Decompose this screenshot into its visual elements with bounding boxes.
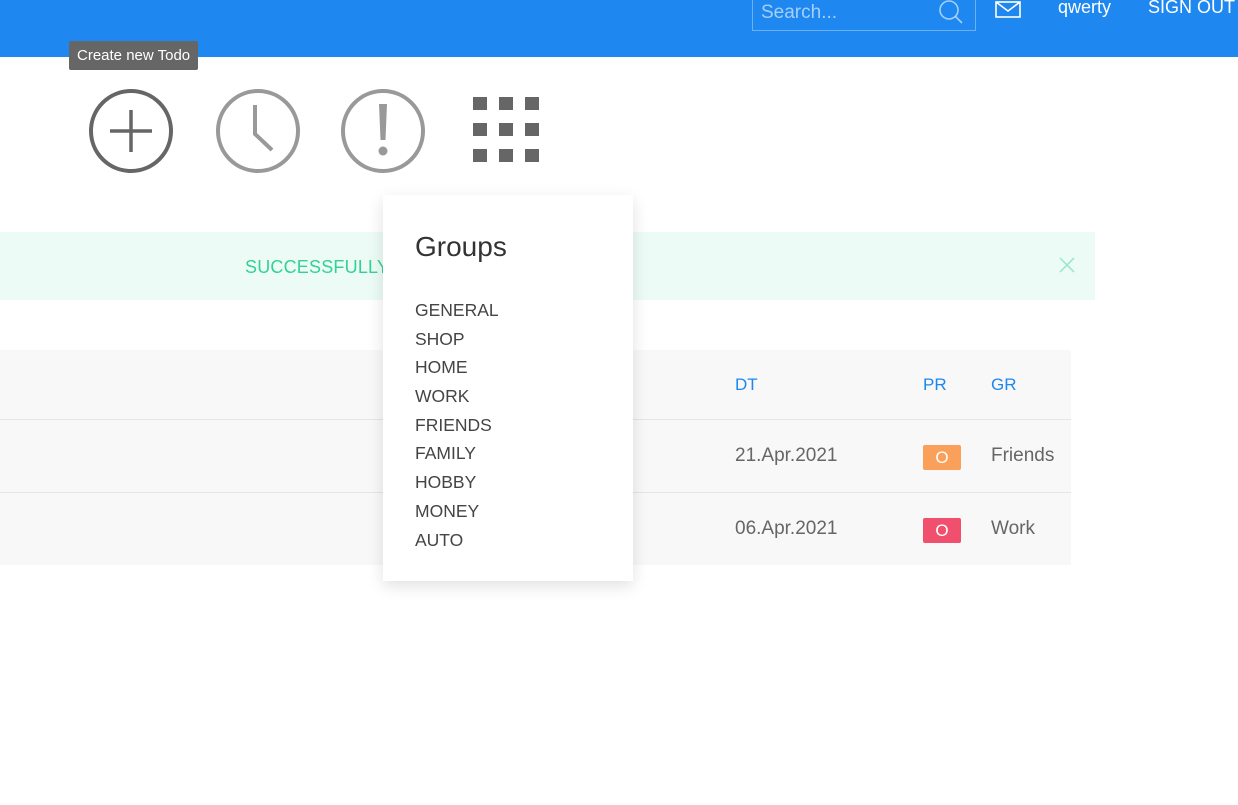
column-header-dt[interactable]: DT: [735, 375, 758, 395]
column-header-gr[interactable]: GR: [991, 375, 1017, 395]
group-item-money[interactable]: MONEY: [415, 497, 499, 526]
group-item-friends[interactable]: FRIENDS: [415, 411, 499, 440]
row-date: 06.Apr.2021: [735, 518, 838, 539]
username-link[interactable]: qwerty: [1058, 0, 1111, 18]
create-todo-tooltip: Create new Todo: [69, 41, 199, 70]
groups-list: GENERAL SHOP HOME WORK FRIENDS FAMILY HO…: [415, 296, 499, 554]
group-item-work[interactable]: WORK: [415, 382, 499, 411]
group-item-family[interactable]: FAMILY: [415, 439, 499, 468]
group-item-hobby[interactable]: HOBBY: [415, 468, 499, 497]
search-input[interactable]: [753, 1, 941, 25]
group-item-auto[interactable]: AUTO: [415, 526, 499, 555]
row-date: 21.Apr.2021: [735, 445, 838, 466]
group-item-shop[interactable]: SHOP: [415, 325, 499, 354]
alert-message: SUCCESSFULLY: [245, 257, 390, 277]
group-item-home[interactable]: HOME: [415, 353, 499, 382]
row-group: Friends: [991, 445, 1055, 466]
search-box: [752, 0, 976, 31]
grid-icon[interactable]: [466, 88, 552, 174]
priority-badge: O: [923, 445, 961, 470]
close-icon[interactable]: [1058, 256, 1076, 274]
dropdown-title: Groups: [415, 231, 507, 262]
group-item-general[interactable]: GENERAL: [415, 296, 499, 325]
row-group: Work: [991, 518, 1035, 539]
priority-badge: O: [923, 518, 961, 543]
mail-icon[interactable]: [995, 0, 1021, 20]
exclamation-circle-icon[interactable]: [340, 88, 426, 174]
plus-circle-icon[interactable]: [88, 88, 174, 174]
search-icon[interactable]: [937, 0, 965, 25]
sign-out-link[interactable]: SIGN OUT: [1148, 0, 1235, 18]
column-header-pr[interactable]: PR: [923, 375, 947, 395]
groups-dropdown: Groups GENERAL SHOP HOME WORK FRIENDS FA…: [383, 195, 633, 581]
clock-icon[interactable]: [215, 88, 301, 174]
